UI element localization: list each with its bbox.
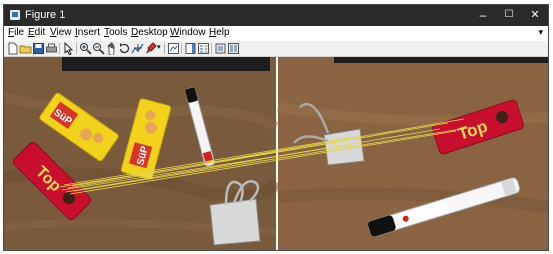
edit-plot-icon[interactable]: [62, 42, 75, 55]
hide-plot-tools-icon[interactable]: [214, 42, 227, 55]
link-plot-icon[interactable]: [167, 42, 180, 55]
menu-file[interactable]: File: [8, 27, 24, 38]
laptop-edge: [62, 57, 270, 71]
dock-figure-icon[interactable]: ▾: [538, 27, 543, 38]
rotate-3d-icon[interactable]: [118, 42, 131, 55]
menu-tools[interactable]: Tools: [104, 27, 127, 38]
figure-app-icon: [10, 10, 20, 20]
open-file-icon[interactable]: [19, 42, 32, 55]
data-cursor-icon[interactable]: [131, 42, 144, 55]
menu-window[interactable]: Window: [170, 27, 206, 38]
menu-insert[interactable]: Insert: [75, 27, 100, 38]
menu-help[interactable]: Help: [209, 27, 230, 38]
toolbar-separator: [76, 43, 77, 54]
brush-dropdown-icon[interactable]: ▾: [157, 43, 161, 51]
figure-toolbar: ▾: [4, 41, 548, 57]
toolbar-separator: [164, 43, 165, 54]
menu-view[interactable]: View: [50, 27, 72, 38]
menu-desktop[interactable]: Desktop: [131, 27, 168, 38]
pan-icon[interactable]: [105, 42, 118, 55]
print-icon[interactable]: [45, 42, 58, 55]
left-photo: SüP SüP Top: [4, 57, 282, 250]
figure-window: Figure 1 – ☐ ✕ File Edit View Insert Too…: [3, 4, 549, 251]
minimize-button[interactable]: –: [470, 5, 496, 26]
brush-icon[interactable]: [144, 42, 157, 55]
menu-edit[interactable]: Edit: [28, 27, 45, 38]
toolbar-separator: [59, 43, 60, 54]
new-figure-icon[interactable]: [6, 42, 19, 55]
show-plot-tools-icon[interactable]: [227, 42, 240, 55]
matched-features-image[interactable]: SüP SüP Top Top: [4, 57, 548, 251]
save-icon[interactable]: [32, 42, 45, 55]
right-photo: Top: [277, 57, 548, 250]
close-button[interactable]: ✕: [522, 5, 548, 26]
window-title: Figure 1: [25, 9, 66, 21]
maximize-button[interactable]: ☐: [496, 5, 522, 26]
figure-canvas[interactable]: SüP SüP Top Top: [4, 57, 548, 251]
zoom-out-icon[interactable]: [92, 42, 105, 55]
insert-colorbar-icon[interactable]: [184, 42, 197, 55]
title-bar[interactable]: Figure 1 – ☐ ✕: [4, 5, 548, 26]
toolbar-separator: [181, 43, 182, 54]
insert-legend-icon[interactable]: [197, 42, 210, 55]
laptop-edge: [334, 57, 548, 63]
toolbar-separator: [211, 43, 212, 54]
zoom-in-icon[interactable]: [79, 42, 92, 55]
menu-bar: File Edit View Insert Tools Desktop Wind…: [4, 26, 548, 41]
